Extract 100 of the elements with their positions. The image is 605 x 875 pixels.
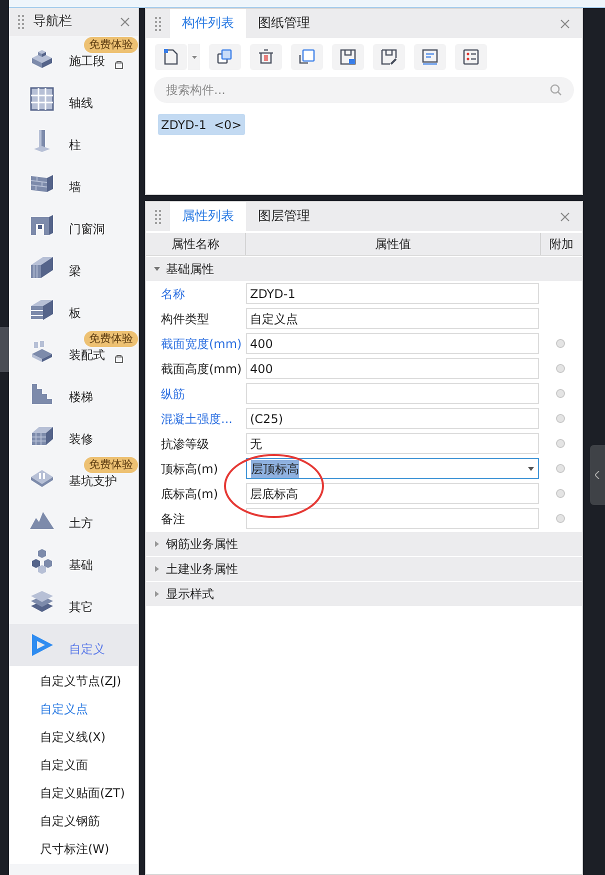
nav-item[interactable]: 轴线: [9, 78, 138, 120]
nav-item-label: 装修: [69, 431, 93, 448]
nav-item-label: 基础: [69, 557, 93, 574]
nav-item[interactable]: 免费体验 基坑支护: [9, 456, 138, 498]
option-dot[interactable]: [556, 339, 565, 348]
nav-item[interactable]: 装修: [9, 414, 138, 456]
nav-item[interactable]: 楼梯: [9, 372, 138, 414]
nav-item[interactable]: 免费体验 装配式: [9, 330, 138, 372]
drag-handle-icon[interactable]: [154, 16, 162, 30]
panel-tab[interactable]: 构件列表: [170, 9, 246, 38]
group-title: 显示样式: [166, 586, 214, 603]
nav-item-label: 装配式: [69, 347, 105, 364]
nav-item-label: 楼梯: [69, 389, 93, 406]
sub-nav-item[interactable]: 尺寸标注(W): [9, 835, 138, 863]
option-dot[interactable]: [556, 489, 565, 498]
nav-item-label: 自定义: [69, 641, 105, 658]
doorway-icon: [29, 212, 55, 238]
close-icon[interactable]: [120, 17, 130, 27]
checklist-icon: [461, 47, 481, 67]
property-name: 抗渗等级: [160, 436, 210, 452]
sub-nav-item[interactable]: 自定义钢筋: [9, 807, 138, 835]
nav-item-label: 墙: [69, 179, 81, 196]
nav-item[interactable]: 土方: [9, 498, 138, 540]
nav-item[interactable]: 基础: [9, 540, 138, 582]
value-field[interactable]: 层底标高: [246, 483, 539, 504]
toolbar-button[interactable]: [291, 44, 323, 70]
component-item[interactable]: ZDYD-1 <0>: [158, 114, 245, 135]
toolbar-button[interactable]: [209, 44, 241, 70]
collapse-handle[interactable]: [590, 445, 605, 505]
close-icon[interactable]: [560, 212, 570, 222]
option-dot[interactable]: [556, 514, 565, 523]
nav-item-label: 施工段: [69, 53, 105, 70]
value-field[interactable]: 无: [246, 433, 539, 454]
nav-item-label: 基坑支护: [69, 473, 117, 490]
panel-tab[interactable]: 属性列表: [170, 202, 246, 231]
nav-item[interactable]: 门窗洞: [9, 204, 138, 246]
toolbar-button[interactable]: [250, 44, 282, 70]
value-field[interactable]: 自定义点: [246, 308, 539, 329]
toolbar-button[interactable]: [155, 44, 187, 70]
nav-item[interactable]: 板: [9, 288, 138, 330]
property-name: 名称: [160, 286, 186, 302]
floppy-icon: [338, 47, 358, 67]
nav-item[interactable]: 墙: [9, 162, 138, 204]
nav-item-label: 其它: [69, 599, 93, 616]
option-dot[interactable]: [556, 414, 565, 423]
nav-item[interactable]: 柱: [9, 120, 138, 162]
search-icon: [550, 84, 562, 96]
caret-down-icon: [154, 266, 160, 272]
nav-item[interactable]: 梁: [9, 246, 138, 288]
property-group-header[interactable]: 显示样式: [146, 582, 582, 606]
column-header: 属性名称: [146, 233, 246, 255]
column-header: 属性值: [246, 233, 541, 255]
option-dot[interactable]: [556, 389, 565, 398]
caret-right-icon: [154, 566, 160, 572]
value-field[interactable]: ZDYD-1: [246, 283, 539, 304]
panel-tab[interactable]: 图纸管理: [246, 9, 322, 38]
value-field[interactable]: [246, 383, 539, 404]
free-trial-badge: 免费体验: [84, 331, 138, 347]
property-group-header[interactable]: 基础属性: [146, 257, 582, 281]
text-align-icon: [420, 47, 440, 67]
panel-tab[interactable]: 图层管理: [246, 202, 322, 231]
sub-nav-item[interactable]: 自定义线(X): [9, 723, 138, 751]
value-field[interactable]: 400: [246, 333, 539, 354]
value-field[interactable]: [246, 508, 539, 529]
drag-handle-icon[interactable]: [154, 210, 162, 224]
nav-item[interactable]: 免费体验 施工段: [9, 36, 138, 78]
beam-icon: [29, 254, 55, 280]
option-dot[interactable]: [556, 439, 565, 448]
caret-right-icon: [154, 541, 160, 547]
option-dot[interactable]: [556, 364, 565, 373]
background-window-edge: [0, 327, 9, 372]
nav-item-label: 土方: [69, 515, 93, 532]
toolbar-button[interactable]: [455, 44, 487, 70]
sub-nav-item[interactable]: 自定义节点(ZJ): [9, 667, 138, 695]
property-name: 顶标高(m): [160, 460, 220, 478]
group-title: 钢筋业务属性: [166, 536, 238, 553]
value-field[interactable]: (C25): [246, 408, 539, 429]
close-icon[interactable]: [560, 18, 570, 28]
search-field[interactable]: 搜索构件...: [154, 77, 574, 103]
property-group-header[interactable]: 钢筋业务属性: [146, 532, 582, 556]
toolbar-button[interactable]: [414, 44, 446, 70]
value-dropdown[interactable]: 层顶标高: [246, 458, 539, 479]
nav-item-label: 轴线: [69, 95, 93, 112]
sub-nav-item[interactable]: 自定义点: [9, 695, 138, 723]
property-name: 备注: [160, 510, 186, 528]
option-dot[interactable]: [556, 464, 565, 473]
property-group-header[interactable]: 土建业务属性: [146, 557, 582, 581]
toolbar-button[interactable]: [373, 44, 405, 70]
sidebar-title: 导航栏: [33, 13, 73, 32]
group-title: 基础属性: [166, 261, 214, 278]
dropdown-value: 层顶标高: [251, 460, 299, 478]
property-name: 纵筋: [160, 386, 186, 402]
drag-handle-icon[interactable]: [17, 15, 25, 29]
nav-item[interactable]: 其它: [9, 582, 138, 624]
sub-nav-item[interactable]: 自定义面: [9, 751, 138, 779]
value-field[interactable]: 400: [246, 358, 539, 379]
sub-nav-item[interactable]: 自定义贴面(ZT): [9, 779, 138, 807]
toolbar-button[interactable]: [332, 44, 364, 70]
nav-item-label: 梁: [69, 263, 81, 280]
caret-icon: [192, 56, 196, 58]
